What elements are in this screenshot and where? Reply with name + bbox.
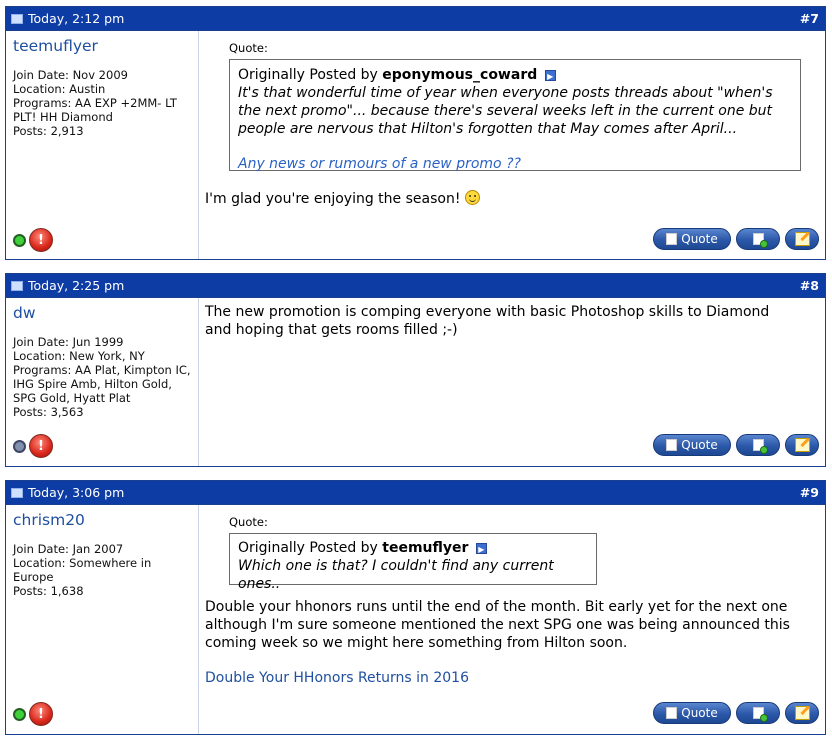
post-icon bbox=[11, 280, 23, 291]
location: Location: Somewhere in Europe bbox=[13, 556, 152, 584]
quote-extra-text: Any news or rumours of a new promo ?? bbox=[238, 156, 521, 172]
multi-quote-icon bbox=[748, 705, 768, 722]
quote-box: Originally Posted by teemuflyer ▶ Which … bbox=[229, 533, 597, 592]
post-time: Today, 2:12 pm bbox=[28, 11, 125, 26]
post-count: Posts: 1,638 bbox=[13, 584, 84, 598]
quote-icon bbox=[662, 705, 678, 719]
quote-button[interactable]: Quote bbox=[653, 702, 731, 724]
post-header: Today, 2:12 pm #7 bbox=[6, 7, 825, 31]
programs: Programs: AA EXP +2MM- LT PLT! HH Diamon… bbox=[13, 96, 177, 124]
location: Location: New York, NY bbox=[13, 349, 145, 363]
quote-text: It's that wonderful time of year when ev… bbox=[238, 85, 773, 137]
view-post-arrow-icon[interactable]: ▶ bbox=[544, 69, 556, 81]
multi-quote-icon bbox=[748, 437, 768, 454]
join-date: Join Date: Jun 1999 bbox=[13, 335, 124, 349]
report-post-icon[interactable]: ! bbox=[29, 228, 53, 252]
user-details: Join Date: Nov 2009 Location: Austin Pro… bbox=[13, 68, 191, 138]
quote-box: Originally Posted by eponymous_coward ▶ … bbox=[229, 59, 801, 172]
quote-attribution: Originally Posted by teemuflyer ▶ bbox=[238, 539, 588, 557]
multi-quote-button[interactable] bbox=[736, 434, 780, 456]
view-post-arrow-icon[interactable]: ▶ bbox=[475, 542, 487, 554]
programs: Programs: AA Plat, Kimpton IC, IHG Spire… bbox=[13, 363, 191, 405]
quote-author: eponymous_coward bbox=[382, 67, 538, 83]
user-details: Join Date: Jan 2007 Location: Somewhere … bbox=[13, 542, 191, 598]
quote-label: Quote: bbox=[229, 41, 268, 55]
edit-post-button[interactable] bbox=[785, 702, 819, 724]
post-8: Today, 2:25 pm #8 dw Join Date: Jun 1999… bbox=[5, 273, 826, 467]
post-message: The new promotion is comping everyone wi… bbox=[205, 304, 770, 338]
multi-quote-button[interactable] bbox=[736, 228, 780, 250]
post-icon bbox=[11, 487, 23, 498]
post-message: I'm glad you're enjoying the season! bbox=[205, 190, 819, 208]
join-date: Join Date: Jan 2007 bbox=[13, 542, 124, 556]
online-status-icon bbox=[13, 233, 26, 247]
post-number-link[interactable]: #8 bbox=[800, 278, 819, 293]
post-content: The new promotion is comping everyone wi… bbox=[199, 298, 825, 466]
post-time: Today, 2:25 pm bbox=[28, 278, 125, 293]
multi-quote-button[interactable] bbox=[736, 702, 780, 724]
multi-quote-icon bbox=[748, 231, 768, 248]
post-count: Posts: 2,913 bbox=[13, 124, 84, 138]
quote-button[interactable]: Quote bbox=[653, 228, 731, 250]
edit-post-icon bbox=[794, 232, 810, 246]
quote-author: teemuflyer bbox=[382, 540, 469, 556]
post-number-link[interactable]: #9 bbox=[800, 485, 819, 500]
post-link[interactable]: Double Your HHonors Returns in 2016 bbox=[205, 670, 469, 686]
username-link[interactable]: chrism20 bbox=[13, 511, 191, 529]
edit-post-button[interactable] bbox=[785, 434, 819, 456]
post-9: Today, 3:06 pm #9 chrism20 Join Date: Ja… bbox=[5, 480, 826, 735]
edit-post-button[interactable] bbox=[785, 228, 819, 250]
post-content: Quote: Originally Posted by teemuflyer ▶… bbox=[199, 505, 825, 734]
quote-label: Quote: bbox=[229, 515, 268, 529]
location: Location: Austin bbox=[13, 82, 106, 96]
quote-attribution: Originally Posted by eponymous_coward ▶ bbox=[238, 66, 792, 84]
edit-post-icon bbox=[794, 706, 810, 720]
quote-icon bbox=[662, 231, 678, 245]
quote-text: Which one is that? I couldn't find any c… bbox=[238, 558, 554, 592]
username-link[interactable]: teemuflyer bbox=[13, 37, 191, 55]
post-count: Posts: 3,563 bbox=[13, 405, 84, 419]
user-info-panel: dw Join Date: Jun 1999 Location: New Yor… bbox=[6, 298, 199, 466]
quote-button[interactable]: Quote bbox=[653, 434, 731, 456]
post-header: Today, 2:25 pm #8 bbox=[6, 274, 825, 298]
offline-status-icon bbox=[13, 439, 26, 453]
post-header: Today, 3:06 pm #9 bbox=[6, 481, 825, 505]
online-status-icon bbox=[13, 707, 26, 721]
quote-icon bbox=[662, 437, 678, 451]
report-post-icon[interactable]: ! bbox=[29, 702, 53, 726]
post-number-link[interactable]: #7 bbox=[800, 11, 819, 26]
edit-post-icon bbox=[794, 438, 810, 452]
post-message: Double your hhonors runs until the end o… bbox=[205, 599, 790, 651]
smiley-icon bbox=[464, 190, 480, 205]
user-info-panel: teemuflyer Join Date: Nov 2009 Location:… bbox=[6, 31, 199, 259]
post-content: Quote: Originally Posted by eponymous_co… bbox=[199, 31, 825, 259]
join-date: Join Date: Nov 2009 bbox=[13, 68, 128, 82]
user-info-panel: chrism20 Join Date: Jan 2007 Location: S… bbox=[6, 505, 199, 734]
post-time: Today, 3:06 pm bbox=[28, 485, 125, 500]
user-details: Join Date: Jun 1999 Location: New York, … bbox=[13, 335, 191, 419]
post-7: Today, 2:12 pm #7 teemuflyer Join Date: … bbox=[5, 6, 826, 260]
post-icon bbox=[11, 13, 23, 24]
username-link[interactable]: dw bbox=[13, 304, 191, 322]
report-post-icon[interactable]: ! bbox=[29, 434, 53, 458]
